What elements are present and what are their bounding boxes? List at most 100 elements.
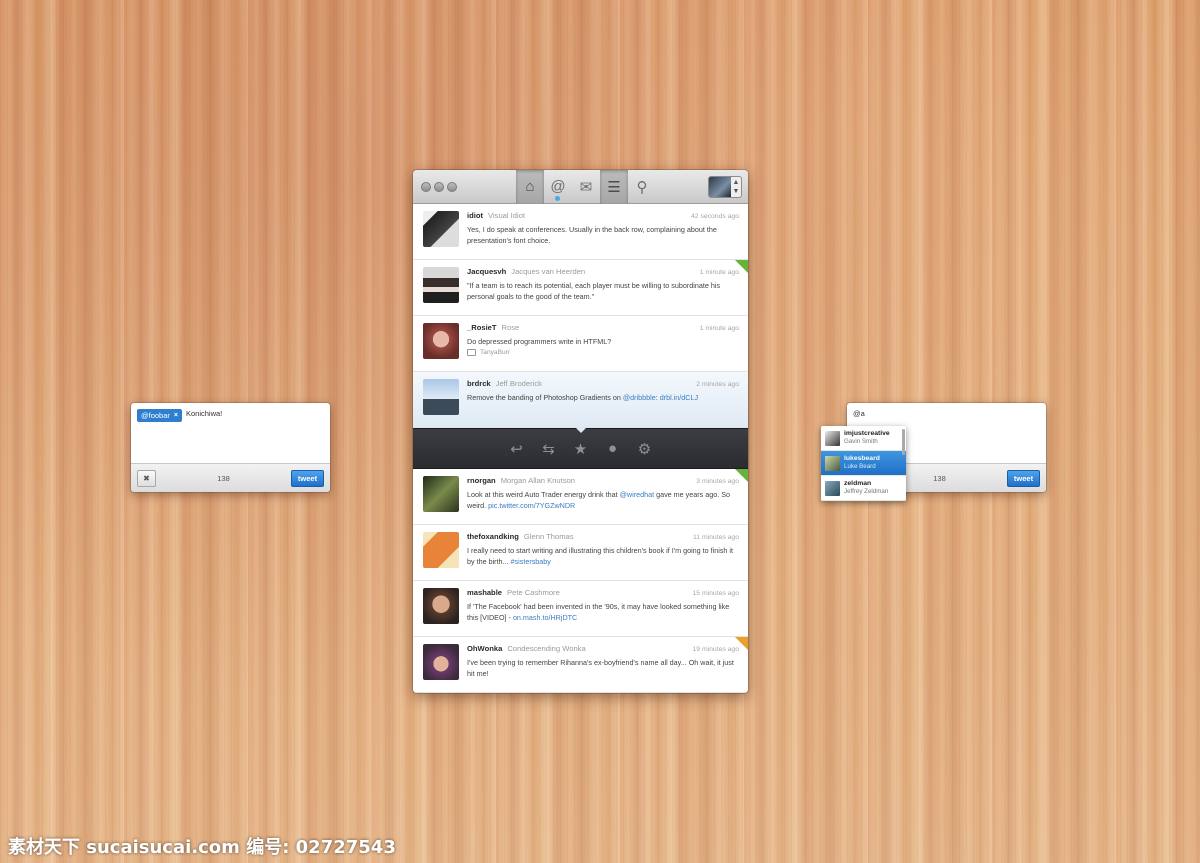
retweeted-by: TanyaBurr (467, 349, 739, 356)
favorite-corner-badge (735, 469, 748, 482)
url-link[interactable]: on.mash.to/HRjDTC (513, 613, 577, 622)
autocomplete-item[interactable]: imjustcreative Gavin Smith (821, 426, 906, 451)
tab-bar: ⌂ @ ✉ ☰ ⚲ (516, 170, 656, 204)
at-icon: @ (550, 178, 566, 195)
character-count: 138 (217, 473, 230, 483)
autocomplete-scrollbar[interactable] (902, 429, 905, 455)
settings-icon[interactable]: ⚙ (636, 440, 654, 458)
autocomplete-username: zeldman (844, 480, 872, 487)
timestamp: 19 minutes ago (692, 646, 739, 653)
timestamp: 42 seconds ago (691, 213, 739, 220)
favorite-corner-badge (735, 637, 748, 650)
timestamp: 11 minutes ago (693, 534, 739, 541)
retweeter-name[interactable]: TanyaBurr (480, 349, 510, 356)
compose-text-area[interactable]: @foobar × Konichiwa! (131, 403, 330, 463)
tweet-text: Do depressed programmers write in HTFML? (467, 337, 612, 346)
tweet-text: I really need to start writing and illus… (467, 546, 734, 566)
avatar[interactable] (423, 644, 459, 680)
url-link[interactable]: drbl.in/dCLJ (660, 393, 698, 402)
timestamp: 1 minute ago (699, 325, 739, 332)
avatar (825, 480, 840, 496)
avatar[interactable] (423, 532, 459, 568)
timestamp: 1 minute ago (699, 269, 739, 276)
account-avatar (709, 177, 731, 197)
tweet-row[interactable]: _RosieT Rose 1 minute ago Do depressed pro… (413, 316, 748, 372)
tweet-button[interactable]: tweet (1007, 469, 1040, 487)
avatar[interactable] (423, 379, 459, 415)
tweet-row[interactable]: Jacquesvh Jacques van Heerden 1 minute ago… (413, 260, 748, 316)
tweet-row[interactable]: OhWonka Condescending Wonka 19 minutes ago… (413, 637, 748, 693)
mention-link[interactable]: @dribbble (623, 393, 656, 402)
stepper-arrows-icon: ▲ ▼ (732, 179, 740, 195)
reply-icon[interactable]: ↩ (508, 440, 526, 458)
unread-dot (555, 195, 560, 201)
minimize-window-button[interactable] (434, 181, 444, 192)
avatar[interactable] (423, 323, 459, 359)
mention-token-label: @foobar (141, 411, 170, 420)
avatar[interactable] (423, 476, 459, 512)
tweet-text: If 'The Facebook' had been invented in t… (467, 602, 730, 622)
real-name: Glenn Thomas (523, 532, 574, 541)
mention-link[interactable]: @wiredhat (620, 490, 654, 499)
tab-home[interactable]: ⌂ (516, 170, 544, 204)
username[interactable]: brdrck (467, 379, 491, 388)
remove-token-icon[interactable]: × (174, 412, 178, 419)
twitter-window: ⌂ @ ✉ ☰ ⚲ ▲ ▼ idiot Visual Idiot 42 seconds… (413, 170, 748, 693)
username[interactable]: mashable (467, 588, 502, 597)
profile-icon[interactable]: ● (604, 440, 622, 458)
window-controls (421, 181, 516, 192)
timestamp: 2 minutes ago (696, 381, 739, 388)
title-bar: ⌂ @ ✉ ☰ ⚲ ▲ ▼ (413, 170, 748, 204)
favorite-icon[interactable]: ★ (572, 440, 590, 458)
autocomplete-name: Luke Beard (844, 463, 876, 470)
url-link[interactable]: pic.twitter.com/7YGZwNDR (488, 501, 575, 510)
home-icon: ⌂ (525, 178, 535, 195)
watermark: 素材天下 sucaisucai.com 编号: 02727543 (8, 837, 396, 858)
tweet-text: "If a team is to reach its potential, ea… (467, 281, 721, 301)
autocomplete-item[interactable]: zeldman Jeffrey Zeldman (821, 476, 906, 501)
tab-messages[interactable]: ✉ (572, 170, 600, 204)
tab-mentions[interactable]: @ (544, 170, 572, 204)
autocomplete-dropdown: imjustcreative Gavin Smith lukesbeard Luke… (821, 426, 906, 501)
tweet-row-selected[interactable]: brdrck Jeff Broderick 2 minutes ago Remove… (413, 372, 748, 428)
real-name: Condescending Wonka (507, 644, 586, 653)
tweet-row[interactable]: mashable Pete Cashmore 15 minutes ago If '… (413, 581, 748, 637)
autocomplete-item-selected[interactable]: lukesbeard Luke Beard (821, 451, 906, 476)
username[interactable]: rnorgan (467, 476, 496, 485)
hashtag-link[interactable]: #sistersbaby (511, 557, 551, 566)
mention-token[interactable]: @foobar × (137, 409, 182, 422)
username[interactable]: _RosieT (467, 323, 497, 332)
avatar[interactable] (423, 267, 459, 303)
real-name: Jacques van Heerden (511, 267, 586, 276)
tweet-row[interactable]: idiot Visual Idiot 42 seconds ago Yes, I d… (413, 204, 748, 260)
autocomplete-name: Gavin Smith (844, 438, 878, 445)
username[interactable]: OhWonka (467, 644, 502, 653)
tweet-action-bar: ↩ ⇆ ★ ● ⚙ (413, 428, 748, 469)
search-icon: ⚲ (636, 178, 648, 196)
close-window-button[interactable] (421, 181, 431, 192)
avatar[interactable] (423, 588, 459, 624)
retweet-icon (467, 349, 476, 356)
account-switcher[interactable]: ▲ ▼ (708, 176, 742, 198)
tweet-button[interactable]: tweet (291, 469, 324, 487)
real-name: Morgan Allan Knutson (500, 476, 576, 485)
favorite-corner-badge (735, 260, 748, 273)
clear-button[interactable]: ✖ (137, 469, 156, 487)
real-name: Visual Idiot (488, 211, 526, 220)
tweet-row[interactable]: rnorgan Morgan Allan Knutson 3 minutes ago… (413, 469, 748, 525)
retweet-icon[interactable]: ⇆ (540, 440, 558, 458)
avatar[interactable] (423, 211, 459, 247)
tweet-text: Yes, I do speak at conferences. Usually … (467, 225, 717, 245)
avatar (825, 455, 840, 471)
tab-lists[interactable]: ☰ (600, 170, 628, 204)
username[interactable]: thefoxandking (467, 532, 519, 541)
zoom-window-button[interactable] (447, 181, 457, 192)
autocomplete-username: lukesbeard (844, 455, 880, 462)
username[interactable]: idiot (467, 211, 483, 220)
tweet-row[interactable]: thefoxandking Glenn Thomas 11 minutes ago … (413, 525, 748, 581)
compose-footer: ✖ 138 tweet (131, 463, 330, 492)
tweet-text: I've been trying to remember Rihanna's e… (467, 658, 734, 678)
compose-text: @a (853, 409, 865, 418)
tab-search[interactable]: ⚲ (628, 170, 656, 204)
username[interactable]: Jacquesvh (467, 267, 506, 276)
